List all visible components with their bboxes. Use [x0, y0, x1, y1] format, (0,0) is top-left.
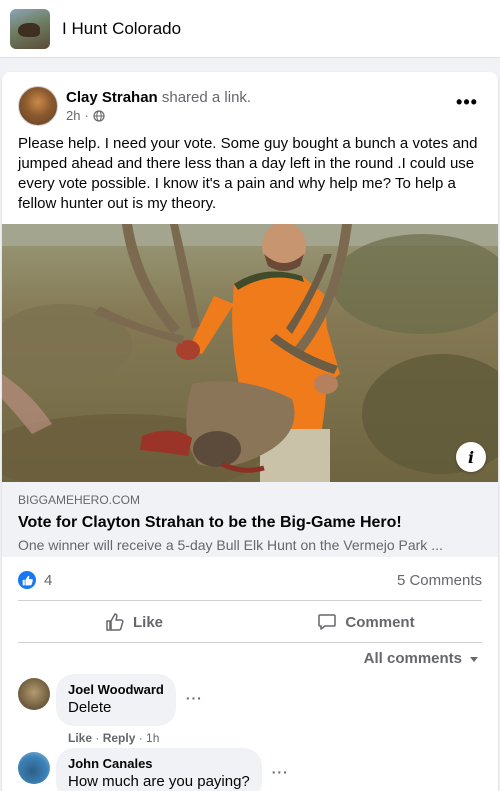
comment-timestamp[interactable]: 1h: [146, 731, 159, 745]
comment-more-options-button[interactable]: ···: [186, 690, 203, 706]
group-avatar[interactable]: [10, 8, 50, 49]
comments-filter-label: All comments: [363, 650, 462, 667]
like-button[interactable]: Like: [18, 602, 250, 642]
link-domain: BIGGAMEHERO.COM: [18, 493, 141, 507]
stats-divider: [18, 600, 482, 601]
comment-bubble: Joel Woodward Delete: [56, 674, 176, 726]
like-reaction-icon: [18, 571, 36, 589]
post-header: Clay Strahan shared a link. 2h · •••: [18, 84, 482, 128]
author-avatar[interactable]: [18, 86, 58, 126]
hunter-with-deer-image: [2, 224, 498, 482]
comment-author[interactable]: Joel Woodward: [68, 682, 164, 698]
link-title[interactable]: Vote for Clayton Strahan to be the Big-G…: [18, 513, 482, 533]
commenter-avatar[interactable]: [18, 678, 50, 710]
comments-filter-dropdown[interactable]: All comments: [364, 650, 480, 667]
comment-author[interactable]: John Canales: [68, 756, 250, 772]
photo-info-button[interactable]: i: [456, 442, 486, 472]
post-text: Please help. I need your vote. Some guy …: [18, 135, 478, 212]
comment-reply-link[interactable]: Reply: [103, 731, 136, 745]
comment-like-link[interactable]: Like: [68, 731, 92, 745]
group-name[interactable]: I Hunt Colorado: [62, 19, 181, 39]
post-stats: 4 5 Comments: [18, 568, 482, 592]
author-name[interactable]: Clay Strahan: [66, 89, 158, 106]
post-more-options-button[interactable]: •••: [452, 90, 482, 114]
commenter-avatar[interactable]: [18, 752, 50, 784]
post-timestamp[interactable]: 2h: [66, 108, 80, 124]
actions-divider: [18, 642, 482, 643]
comment-icon: [318, 614, 337, 630]
globe-icon: [93, 110, 105, 122]
comment-button-label: Comment: [345, 613, 415, 631]
comment-more-options-button[interactable]: ···: [272, 764, 289, 780]
link-description: One winner will receive a 5-day Bull Elk…: [18, 537, 443, 553]
group-header: I Hunt Colorado: [0, 0, 500, 58]
comment-item: Joel Woodward Delete ···: [18, 674, 203, 726]
post-actions: Like Comment: [18, 602, 482, 642]
author-meta: Clay Strahan shared a link. 2h ·: [66, 88, 251, 124]
comment-item: John Canales How much are you paying? ··…: [18, 748, 289, 791]
comment-text: How much are you paying?: [68, 773, 250, 790]
shared-action-text: shared a link.: [161, 89, 252, 106]
comment-bubble: John Canales How much are you paying?: [56, 748, 262, 791]
comment-button[interactable]: Comment: [250, 602, 482, 642]
reactions-summary[interactable]: 4: [18, 571, 52, 589]
author-line: Clay Strahan shared a link.: [66, 88, 251, 108]
like-button-label: Like: [132, 613, 163, 631]
post-card: Clay Strahan shared a link. 2h · ••• Ple…: [2, 72, 498, 791]
comment-count-link[interactable]: 5 Comments: [397, 572, 482, 589]
thumbs-up-icon: [106, 613, 124, 631]
link-preview[interactable]: BIGGAMEHERO.COM Vote for Clayton Strahan…: [2, 482, 498, 557]
post-photo[interactable]: i: [2, 224, 498, 482]
reaction-count: 4: [44, 571, 53, 589]
comment-text: Delete: [68, 699, 112, 716]
caret-down-icon: [470, 656, 478, 662]
post-time-line: 2h ·: [66, 108, 251, 124]
comment-actions: Like · Reply · 1h: [68, 731, 160, 745]
